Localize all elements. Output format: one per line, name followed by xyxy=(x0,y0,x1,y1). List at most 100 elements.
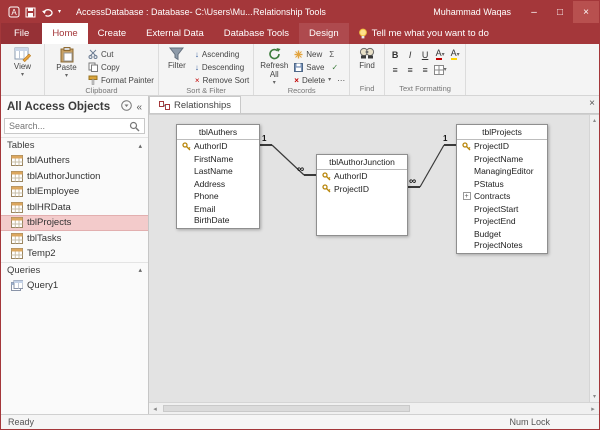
field-row[interactable]: ManagingEditor xyxy=(457,165,547,178)
field-row[interactable]: LastName xyxy=(177,165,259,178)
highlight-button[interactable]: A▾ xyxy=(448,48,462,61)
align-right-button[interactable]: ≡ xyxy=(418,63,432,76)
field-row[interactable]: AuthorID xyxy=(317,170,407,183)
gridlines-button[interactable]: ▾ xyxy=(433,63,447,76)
table-box-tblProjects[interactable]: tblProjects ProjectID ProjectName Managi… xyxy=(456,124,548,254)
copy-button[interactable]: Copy xyxy=(87,61,155,73)
field-row[interactable]: FirstName xyxy=(177,153,259,166)
nav-section-queries[interactable]: Queries ▴ xyxy=(1,262,148,278)
new-record-button[interactable]: New Σ xyxy=(293,48,346,60)
tables-section-label: Tables xyxy=(7,140,138,151)
save-icon[interactable] xyxy=(25,7,36,18)
tab-design[interactable]: Design xyxy=(299,23,349,44)
search-icon[interactable] xyxy=(129,121,140,132)
window-title: AccessDatabase : Database- C:\Users\Mu..… xyxy=(76,7,253,17)
maximize-button[interactable]: □ xyxy=(547,1,573,23)
table-box-title[interactable]: tblAuthorJunction xyxy=(317,155,407,170)
table-box-tblAuthorJunction[interactable]: tblAuthorJunction AuthorID ProjectID xyxy=(316,154,408,236)
delete-record-button[interactable]: × Delete ▾ ⋯ xyxy=(293,74,346,86)
scroll-down-icon[interactable]: ▾ xyxy=(593,393,596,400)
align-left-button[interactable]: ≡ xyxy=(388,63,402,76)
field-row[interactable]: ProjectStart xyxy=(457,203,547,216)
expand-icon[interactable]: + xyxy=(462,192,471,200)
field-row[interactable]: ProjectNotes xyxy=(457,240,547,253)
relationships-canvas[interactable]: 1 ∞ 1 ∞ tblAuthers AuthorID Fir xyxy=(149,114,599,402)
nav-item-Temp2[interactable]: Temp2 xyxy=(1,246,148,262)
nav-item-tblEmployee[interactable]: tblEmployee xyxy=(1,184,148,200)
field-row[interactable]: ProjectName xyxy=(457,153,547,166)
format-painter-button[interactable]: Format Painter xyxy=(87,74,155,86)
font-color-button[interactable]: A▾ xyxy=(433,48,447,61)
scroll-right-icon[interactable]: ▸ xyxy=(587,405,599,413)
field-row[interactable]: Email xyxy=(177,203,259,216)
scroll-left-icon[interactable]: ◂ xyxy=(149,405,161,413)
nav-pane-title[interactable]: All Access Objects xyxy=(7,101,117,113)
signed-in-user[interactable]: Muhammad Waqas xyxy=(433,7,511,17)
table-box-tblAuthers[interactable]: tblAuthers AuthorID FirstName LastName A… xyxy=(176,124,260,229)
tab-home[interactable]: Home xyxy=(42,23,87,44)
field-row[interactable]: AuthorID xyxy=(177,140,259,153)
spelling-icon[interactable]: ✓ xyxy=(332,63,339,72)
align-center-button[interactable]: ≡ xyxy=(403,63,417,76)
ascending-button[interactable]: ↓ Ascending xyxy=(194,48,250,60)
field-row[interactable]: ProjectID xyxy=(457,140,547,153)
find-button[interactable]: Find xyxy=(353,46,381,84)
field-row[interactable]: Budget xyxy=(457,228,547,241)
search-input[interactable] xyxy=(9,121,129,131)
close-button[interactable]: × xyxy=(573,1,599,23)
nav-item-tblAuthorJunction[interactable]: tblAuthorJunction xyxy=(1,169,148,185)
minimize-button[interactable]: – xyxy=(521,1,547,23)
undo-icon[interactable] xyxy=(41,7,53,18)
totals-icon[interactable]: Σ xyxy=(329,50,334,59)
table-icon xyxy=(11,233,23,244)
align-left-icon: ≡ xyxy=(392,65,397,75)
shutter-bar-icon[interactable]: « xyxy=(136,102,142,113)
field-name: Email xyxy=(194,204,215,214)
qat-customize-icon[interactable]: ▾ xyxy=(58,9,61,15)
table-box-title[interactable]: tblProjects xyxy=(457,125,547,140)
nav-menu-icon[interactable] xyxy=(121,100,132,114)
italic-button[interactable]: I xyxy=(403,48,417,61)
bold-button[interactable]: B xyxy=(388,48,402,61)
field-row[interactable]: BirthDate xyxy=(177,215,259,228)
close-document-icon[interactable]: × xyxy=(589,98,595,109)
tell-me-box[interactable]: Tell me what you want to do xyxy=(349,23,498,44)
field-row[interactable]: ProjectEnd xyxy=(457,215,547,228)
scroll-up-icon[interactable]: ▴ xyxy=(593,117,596,124)
nav-item-Query1[interactable]: Query1 xyxy=(1,278,148,294)
field-row[interactable]: Address xyxy=(177,178,259,191)
remove-sort-button[interactable]: × Remove Sort xyxy=(194,74,250,86)
field-row[interactable]: ProjectID xyxy=(317,183,407,196)
tab-external-data[interactable]: External Data xyxy=(136,23,214,44)
tab-database-tools[interactable]: Database Tools xyxy=(214,23,299,44)
nav-search-box[interactable] xyxy=(4,118,145,134)
nav-item-tblHRData[interactable]: tblHRData xyxy=(1,200,148,216)
nav-item-tblProjects[interactable]: tblProjects xyxy=(1,215,148,231)
refresh-all-button[interactable]: Refresh All ▾ xyxy=(257,46,291,86)
save-record-button[interactable]: Save ✓ xyxy=(293,61,346,73)
table-box-title[interactable]: tblAuthers xyxy=(177,125,259,140)
relationships-tab[interactable]: Relationships xyxy=(149,96,241,113)
field-row[interactable]: + Contracts xyxy=(457,190,547,203)
horizontal-scrollbar[interactable]: ◂ ▸ xyxy=(149,402,599,414)
nav-section-tables[interactable]: Tables ▴ xyxy=(1,137,148,153)
tab-create[interactable]: Create xyxy=(88,23,137,44)
scrollbar-track[interactable] xyxy=(161,403,587,414)
field-row[interactable]: PStatus xyxy=(457,178,547,191)
more-icon[interactable]: ⋯ xyxy=(337,76,345,85)
paste-button[interactable]: Paste ▾ xyxy=(48,46,85,86)
nav-item-label: tblProjects xyxy=(27,217,71,228)
underline-button[interactable]: U xyxy=(418,48,432,61)
field-row[interactable]: Phone xyxy=(177,190,259,203)
view-button[interactable]: View ▾ xyxy=(4,46,41,93)
nav-item-tblAuthers[interactable]: tblAuthers xyxy=(1,153,148,169)
descending-button[interactable]: ↓ Descending xyxy=(194,61,250,73)
ribbon-group-text-formatting: B I U A▾ A▾ ≡ ≡ ≡ ▾ Text Formatting xyxy=(385,44,466,95)
scrollbar-thumb[interactable] xyxy=(163,405,410,412)
nav-item-tblTasks[interactable]: tblTasks xyxy=(1,231,148,247)
field-name: PStatus xyxy=(474,179,504,189)
filter-button[interactable]: Filter xyxy=(162,46,192,86)
cut-button[interactable]: Cut xyxy=(87,48,155,60)
vertical-scrollbar[interactable]: ▴ ▾ xyxy=(589,115,599,402)
tab-file[interactable]: File xyxy=(1,23,42,44)
